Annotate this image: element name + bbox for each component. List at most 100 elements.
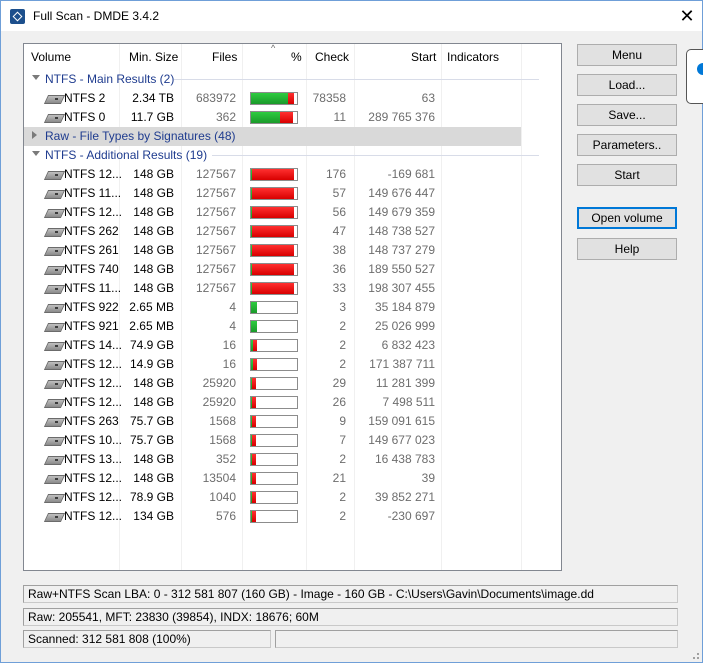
bar-red-fill [280, 112, 293, 123]
check-value: 11 [333, 110, 346, 124]
volume-name: NTFS 12... [64, 357, 123, 371]
title-bar[interactable]: Full Scan - DMDE 3.4.2 ✕ [1, 1, 702, 31]
check-value: 78358 [312, 91, 346, 105]
bar-red-fill [252, 283, 294, 294]
table-row[interactable]: NTFS 14... 74.9 GB 16 2 6 832 423 [24, 336, 544, 355]
percent-bar [250, 244, 298, 257]
min-size: 148 GB [133, 471, 174, 485]
table-row[interactable]: NTFS 13... 148 GB 352 2 16 438 783 [24, 450, 544, 469]
drive-icon [46, 302, 62, 313]
bar-red-fill [252, 245, 294, 256]
volume-name: NTFS 12... [64, 167, 123, 181]
percent-bar [250, 301, 298, 314]
start-value: 6 832 423 [381, 338, 435, 352]
expand-triangle-icon[interactable] [32, 131, 37, 139]
table-row[interactable]: NTFS 12... 148 GB 13504 21 39 [24, 469, 544, 488]
group-raw-file-types[interactable]: Raw - File Types by Signatures (48) [24, 127, 521, 146]
bar-green-fill [251, 93, 288, 104]
drive-icon [46, 93, 62, 104]
open-volume-button[interactable]: Open volume [577, 207, 677, 229]
column-header-volume[interactable]: Volume [31, 50, 71, 64]
volume-name: NTFS 921 [64, 319, 119, 333]
table-row[interactable]: NTFS 262 148 GB 127567 47 148 738 527 [24, 222, 544, 241]
table-row[interactable]: NTFS 261 148 GB 127567 38 148 737 279 [24, 241, 544, 260]
min-size: 148 GB [133, 243, 174, 257]
scanned-status: Scanned: 312 581 808 (100%) [23, 630, 271, 648]
bar-red-fill [252, 473, 256, 484]
save-button[interactable]: Save... [577, 104, 677, 126]
drive-icon [46, 511, 62, 522]
check-value: 2 [339, 452, 346, 466]
collapse-triangle-icon[interactable] [32, 151, 40, 156]
load-button[interactable]: Load... [577, 74, 677, 96]
table-row[interactable]: NTFS 263 75.7 GB 1568 9 159 091 615 [24, 412, 544, 431]
resize-grip-icon[interactable] [689, 649, 699, 659]
table-row[interactable]: NTFS 0 11.7 GB 362 11 289 765 376 [24, 108, 544, 127]
files-count: 127567 [195, 224, 236, 238]
table-row[interactable]: NTFS 12... 148 GB 25920 26 7 498 511 [24, 393, 544, 412]
notification-popup[interactable] [686, 49, 703, 104]
group-additional-results[interactable]: NTFS - Additional Results (19) [24, 146, 544, 165]
volume-name: NTFS 12... [64, 490, 123, 504]
percent-bar [250, 111, 298, 124]
start-value: 149 677 023 [368, 433, 435, 447]
files-count: 683972 [195, 91, 236, 105]
table-row[interactable]: NTFS 12... 134 GB 576 2 -230 697 [24, 507, 544, 526]
table-row[interactable]: NTFS 922 2.65 MB 4 3 35 184 879 [24, 298, 544, 317]
table-row[interactable]: NTFS 11... 148 GB 127567 57 149 676 447 [24, 184, 544, 203]
files-count: 576 [215, 509, 236, 523]
min-size: 148 GB [133, 186, 174, 200]
volume-name: NTFS 262 [64, 224, 119, 238]
table-row[interactable]: NTFS 12... 14.9 GB 16 2 171 387 711 [24, 355, 544, 374]
parameters-button[interactable]: Parameters.. [577, 134, 677, 156]
column-header-percent[interactable]: % [291, 50, 302, 64]
table-row[interactable]: NTFS 2 2.34 TB 683972 78358 63 [24, 89, 544, 108]
table-row[interactable]: NTFS 12... 148 GB 25920 29 11 281 399 [24, 374, 544, 393]
column-header-check[interactable]: Check [315, 50, 349, 64]
drive-icon [46, 378, 62, 389]
help-button[interactable]: Help [577, 238, 677, 260]
bar-red-fill [252, 397, 256, 408]
group-main-results[interactable]: NTFS - Main Results (2) [24, 70, 544, 89]
scan-results-list[interactable]: Volume Min. Size Files ^ % Check Start I… [23, 43, 562, 571]
volume-name: NTFS 13... [64, 452, 123, 466]
percent-bar [250, 510, 298, 523]
volume-name: NTFS 12... [64, 376, 123, 390]
files-count: 4 [229, 319, 236, 333]
check-value: 47 [332, 224, 346, 238]
volume-name: NTFS 922 [64, 300, 119, 314]
column-header-files[interactable]: Files [212, 50, 237, 64]
percent-bar [250, 472, 298, 485]
table-row[interactable]: NTFS 921 2.65 MB 4 2 25 026 999 [24, 317, 544, 336]
files-count: 127567 [195, 167, 236, 181]
column-header-start[interactable]: Start [411, 50, 436, 64]
start-value: 171 387 711 [369, 357, 435, 371]
percent-bar [250, 491, 298, 504]
group-label: NTFS - Main Results (2) [45, 72, 175, 86]
drive-icon [46, 321, 62, 332]
check-value: 2 [339, 509, 346, 523]
drive-icon [46, 112, 62, 123]
table-row[interactable]: NTFS 10... 75.7 GB 1568 7 149 677 023 [24, 431, 544, 450]
start-button[interactable]: Start [577, 164, 677, 186]
table-row[interactable]: NTFS 740 148 GB 127567 36 189 550 527 [24, 260, 544, 279]
percent-bar [250, 358, 298, 371]
close-icon[interactable]: ✕ [672, 1, 702, 31]
table-row[interactable]: NTFS 12... 78.9 GB 1040 2 39 852 271 [24, 488, 544, 507]
scan-info-status: Raw+NTFS Scan LBA: 0 - 312 581 807 (160 … [23, 585, 678, 603]
drive-icon [46, 283, 62, 294]
percent-bar [250, 415, 298, 428]
bar-red-fill [252, 511, 256, 522]
percent-bar [250, 206, 298, 219]
drive-icon [46, 492, 62, 503]
bar-red-fill [252, 416, 256, 427]
table-row[interactable]: NTFS 11... 148 GB 127567 33 198 307 455 [24, 279, 544, 298]
table-row[interactable]: NTFS 12... 148 GB 127567 56 149 679 359 [24, 203, 544, 222]
column-header-min-size[interactable]: Min. Size [129, 50, 178, 64]
files-count: 1568 [209, 433, 236, 447]
volume-name: NTFS 14... [64, 338, 123, 352]
table-row[interactable]: NTFS 12... 148 GB 127567 176 -169 681 [24, 165, 544, 184]
column-header-indicators[interactable]: Indicators [447, 50, 499, 64]
menu-button[interactable]: Menu [577, 44, 677, 66]
collapse-triangle-icon[interactable] [32, 75, 40, 80]
